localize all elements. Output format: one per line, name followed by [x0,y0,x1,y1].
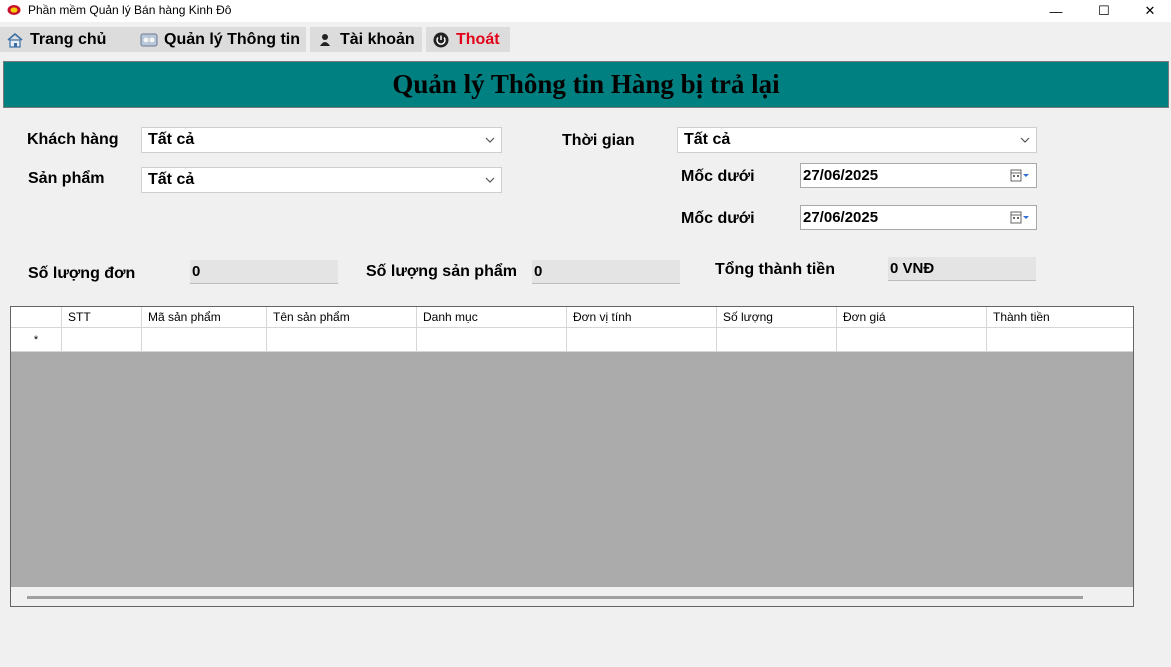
account-icon [316,31,334,49]
product-select-value: Tất cả [148,171,195,188]
column-header-total[interactable]: Thành tiền [987,307,1133,328]
product-label: Sản phẩm [28,170,105,187]
table-cell[interactable] [142,328,267,352]
menu-bar: Trang chủ Quản lý Thông tin Tài khoản Th… [0,24,1171,54]
column-header-product-code[interactable]: Mã sản phẩm [142,307,267,328]
power-icon [432,31,450,49]
chevron-down-icon [485,137,495,143]
app-logo-icon [7,5,21,15]
column-header-row-selector[interactable] [11,307,62,328]
scrollbar-thumb[interactable] [27,596,1083,599]
lower-bound-date-value: 27/06/2025 [803,167,879,184]
chevron-down-icon [485,177,495,183]
maximize-button[interactable]: ☐ [1081,0,1127,22]
menu-home[interactable]: Trang chủ [0,27,134,52]
product-select[interactable]: Tất cả [141,167,502,193]
menu-home-label: Trang chủ [30,30,107,48]
window-title: Phần mềm Quản lý Bán hàng Kinh Đô [28,3,232,17]
column-header-unit[interactable]: Đơn vị tính [567,307,717,328]
order-count-value: 0 [190,260,338,284]
lower-bound-label: Mốc dưới [681,168,755,185]
table-cell[interactable] [62,328,142,352]
table-cell[interactable] [717,328,837,352]
chevron-down-icon [1020,137,1030,143]
time-label: Thời gian [562,132,635,149]
total-label: Tổng thành tiền [715,261,835,278]
total-value: 0 VNĐ [888,257,1036,281]
menu-account-label: Tài khoản [340,30,415,48]
close-button[interactable]: ✕ [1127,0,1171,22]
lower-bound-date-picker[interactable]: 27/06/2025 [800,163,1037,188]
title-bar: Phần mềm Quản lý Bán hàng Kinh Đô — ☐ ✕ [0,0,1171,22]
table-cell[interactable] [267,328,417,352]
time-select-value: Tất cả [684,131,731,148]
product-count-value: 0 [532,260,680,284]
minimize-button[interactable]: — [1033,0,1079,22]
table-cell[interactable] [837,328,987,352]
home-icon [6,31,24,49]
manage-info-icon [140,31,158,49]
column-header-product-name[interactable]: Tên sản phẩm [267,307,417,328]
page-title: Quản lý Thông tin Hàng bị trả lại [392,69,780,99]
table-cell[interactable] [987,328,1133,352]
page-header: Quản lý Thông tin Hàng bị trả lại [3,61,1169,108]
lower-bound-label-2: Mốc dưới [681,210,755,227]
menu-exit-label: Thoát [456,30,500,48]
customer-label: Khách hàng [27,131,119,148]
table-row-new[interactable]: * [11,328,1133,352]
menu-manage-info-label: Quản lý Thông tin [164,30,300,48]
menu-exit[interactable]: Thoát [426,27,510,52]
column-header-quantity[interactable]: Số lượng [717,307,837,328]
horizontal-scrollbar[interactable] [11,587,1133,606]
menu-manage-info[interactable]: Quản lý Thông tin [134,27,306,52]
calendar-dropdown-icon [1010,211,1029,224]
column-header-category[interactable]: Danh mục [417,307,567,328]
lower-bound-date-value-2: 27/06/2025 [803,209,879,226]
returned-goods-grid[interactable]: STT Mã sản phẩm Tên sản phẩm Danh mục Đơ… [10,306,1134,607]
menu-account[interactable]: Tài khoản [310,27,422,52]
lower-bound-date-picker-2[interactable]: 27/06/2025 [800,205,1037,230]
calendar-dropdown-icon [1010,169,1029,182]
table-cell[interactable] [417,328,567,352]
customer-select[interactable]: Tất cả [141,127,502,153]
order-count-label: Số lượng đơn [28,265,136,282]
customer-select-value: Tất cả [148,131,195,148]
time-select[interactable]: Tất cả [677,127,1037,153]
grid-header-row: STT Mã sản phẩm Tên sản phẩm Danh mục Đơ… [11,307,1133,328]
product-count-label: Số lượng sản phẩm [366,263,517,280]
row-header-new-marker[interactable]: * [11,328,62,352]
column-header-stt[interactable]: STT [62,307,142,328]
column-header-unit-price[interactable]: Đơn giá [837,307,987,328]
table-cell[interactable] [567,328,717,352]
